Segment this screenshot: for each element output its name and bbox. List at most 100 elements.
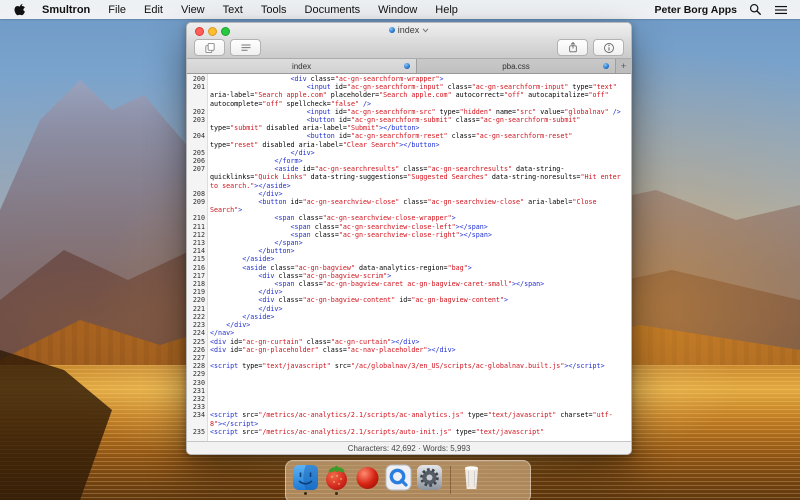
notification-center-icon[interactable] xyxy=(774,4,788,16)
line-number: 224 xyxy=(187,329,208,337)
menu-window[interactable]: Window xyxy=(369,4,426,16)
menu-smultron[interactable]: Smultron xyxy=(33,4,99,16)
code-text: <button id="ac-gn-searchview-close" clas… xyxy=(210,198,624,214)
menu-view[interactable]: View xyxy=(172,4,214,16)
code-line-225[interactable]: 225<div id="ac-gn-curtain" class="ac-gn-… xyxy=(187,338,631,346)
menu-tools[interactable]: Tools xyxy=(252,4,296,16)
line-number: 206 xyxy=(187,157,208,165)
menu-bar: SmultronFileEditViewTextToolsDocumentsWi… xyxy=(0,0,800,19)
code-line-211[interactable]: 211 <span class="ac-gn-searchview-close-… xyxy=(187,223,631,231)
status-text: Characters: 42,692 · Words: 5,993 xyxy=(348,444,471,453)
code-line-208[interactable]: 208 </div> xyxy=(187,190,631,198)
code-line-203[interactable]: 203 <button id="ac-gn-searchform-submit"… xyxy=(187,116,631,132)
code-line-233[interactable]: 233 xyxy=(187,403,631,411)
apple-menu[interactable] xyxy=(8,2,33,17)
code-line-207[interactable]: 207 <aside id="ac-gn-searchresults" clas… xyxy=(187,165,631,190)
code-line-226[interactable]: 226<div id="ac-gn-placeholder" class="ac… xyxy=(187,346,631,354)
code-line-229[interactable]: 229 xyxy=(187,370,631,378)
dock-separator xyxy=(450,466,451,494)
info-button[interactable] xyxy=(593,39,624,56)
code-line-202[interactable]: 202 <input id="ac-gn-searchform-src" typ… xyxy=(187,108,631,116)
dock-item-quicktime[interactable] xyxy=(385,464,412,497)
line-number: 215 xyxy=(187,255,208,263)
line-number: 218 xyxy=(187,280,208,288)
code-line-223[interactable]: 223 </div> xyxy=(187,321,631,329)
title-bar: index xyxy=(187,23,631,37)
code-line-209[interactable]: 209 <button id="ac-gn-searchview-close" … xyxy=(187,198,631,214)
running-indicator xyxy=(335,492,338,495)
trash-icon xyxy=(458,464,485,491)
code-text: <div class="ac-gn-bagview-scrim"> xyxy=(210,272,624,280)
code-text: <span class="ac-gn-searchview-close-wrap… xyxy=(210,214,624,222)
code-text: <div class="ac-gn-searchform-wrapper"> xyxy=(210,75,624,83)
code-line-228[interactable]: 228<script type="text/javascript" src="/… xyxy=(187,362,631,370)
traffic-lights xyxy=(195,27,230,36)
code-line-219[interactable]: 219 </div> xyxy=(187,288,631,296)
code-line-212[interactable]: 212 <span class="ac-gn-searchview-close-… xyxy=(187,231,631,239)
menu-items: SmultronFileEditViewTextToolsDocumentsWi… xyxy=(33,4,467,16)
line-number: 219 xyxy=(187,288,208,296)
code-line-215[interactable]: 215 </aside> xyxy=(187,255,631,263)
code-line-235[interactable]: 235<script src="/metrics/ac-analytics/2.… xyxy=(187,428,631,436)
smultron-window: index xyxy=(186,22,632,455)
code-line-210[interactable]: 210 <span class="ac-gn-searchview-close-… xyxy=(187,214,631,222)
line-number: 220 xyxy=(187,296,208,304)
share-button[interactable] xyxy=(557,39,588,56)
code-line-205[interactable]: 205 </div> xyxy=(187,149,631,157)
code-line-206[interactable]: 206 </form> xyxy=(187,157,631,165)
code-line-231[interactable]: 231 xyxy=(187,387,631,395)
code-line-216[interactable]: 216 <aside class="ac-gn-bagview" data-an… xyxy=(187,264,631,272)
code-line-218[interactable]: 218 <span class="ac-gn-bagview-caret ac-… xyxy=(187,280,631,288)
code-line-213[interactable]: 213 </span> xyxy=(187,239,631,247)
code-text: <script type="text/javascript" src="/ac/… xyxy=(210,362,624,370)
tab-index[interactable]: index xyxy=(187,59,417,73)
line-number: 231 xyxy=(187,387,208,395)
dock-item-finder[interactable] xyxy=(292,464,319,497)
menu-text[interactable]: Text xyxy=(214,4,252,16)
menu-extra-title[interactable]: Peter Borg Apps xyxy=(655,4,737,16)
line-number: 230 xyxy=(187,379,208,387)
menu-edit[interactable]: Edit xyxy=(135,4,172,16)
code-line-200[interactable]: 200 <div class="ac-gn-searchform-wrapper… xyxy=(187,75,631,83)
zoom-window-button[interactable] xyxy=(221,27,230,36)
dock-item-red-sphere[interactable] xyxy=(354,464,381,497)
finder-icon xyxy=(292,464,319,491)
code-editor[interactable]: 200 <div class="ac-gn-searchform-wrapper… xyxy=(187,74,631,441)
dock-item-system-preferences[interactable] xyxy=(416,464,443,497)
code-text: </div> xyxy=(210,288,624,296)
code-line-230[interactable]: 230 xyxy=(187,379,631,387)
tab-pba-css[interactable]: pba.css xyxy=(417,59,616,73)
code-text: <span class="ac-gn-searchview-close-righ… xyxy=(210,231,624,239)
code-line-220[interactable]: 220 <div class="ac-gn-bagview-content" i… xyxy=(187,296,631,304)
function-list-button[interactable] xyxy=(230,39,261,56)
line-number: 235 xyxy=(187,428,208,436)
smultron-strawberry-icon xyxy=(323,464,350,491)
documents-sidebar-button[interactable] xyxy=(194,39,225,56)
line-number: 205 xyxy=(187,149,208,157)
code-line-227[interactable]: 227 xyxy=(187,354,631,362)
code-line-201[interactable]: 201 <input id="ac-gn-searchform-input" c… xyxy=(187,83,631,108)
code-line-222[interactable]: 222 </aside> xyxy=(187,313,631,321)
minimize-window-button[interactable] xyxy=(208,27,217,36)
code-line-214[interactable]: 214 </button> xyxy=(187,247,631,255)
title-chevron-down-icon[interactable] xyxy=(422,28,429,33)
code-line-232[interactable]: 232 xyxy=(187,395,631,403)
code-line-221[interactable]: 221 </div> xyxy=(187,305,631,313)
code-line-224[interactable]: 224</nav> xyxy=(187,329,631,337)
tab-label: index xyxy=(292,62,311,71)
new-tab-button[interactable]: + xyxy=(616,59,631,73)
quicktime-icon xyxy=(385,464,412,491)
code-text: </div> xyxy=(210,149,624,157)
code-text: </button> xyxy=(210,247,624,255)
spotlight-search-icon[interactable] xyxy=(749,3,762,16)
line-number: 203 xyxy=(187,116,208,132)
menu-file[interactable]: File xyxy=(99,4,135,16)
code-line-217[interactable]: 217 <div class="ac-gn-bagview-scrim"> xyxy=(187,272,631,280)
menu-documents[interactable]: Documents xyxy=(296,4,370,16)
code-line-204[interactable]: 204 <button id="ac-gn-searchform-reset" … xyxy=(187,132,631,148)
dock-item-smultron[interactable] xyxy=(323,464,350,497)
close-window-button[interactable] xyxy=(195,27,204,36)
code-line-234[interactable]: 234<script src="/metrics/ac-analytics/2.… xyxy=(187,411,631,427)
dock-item-trash[interactable] xyxy=(458,464,485,497)
menu-help[interactable]: Help xyxy=(426,4,467,16)
